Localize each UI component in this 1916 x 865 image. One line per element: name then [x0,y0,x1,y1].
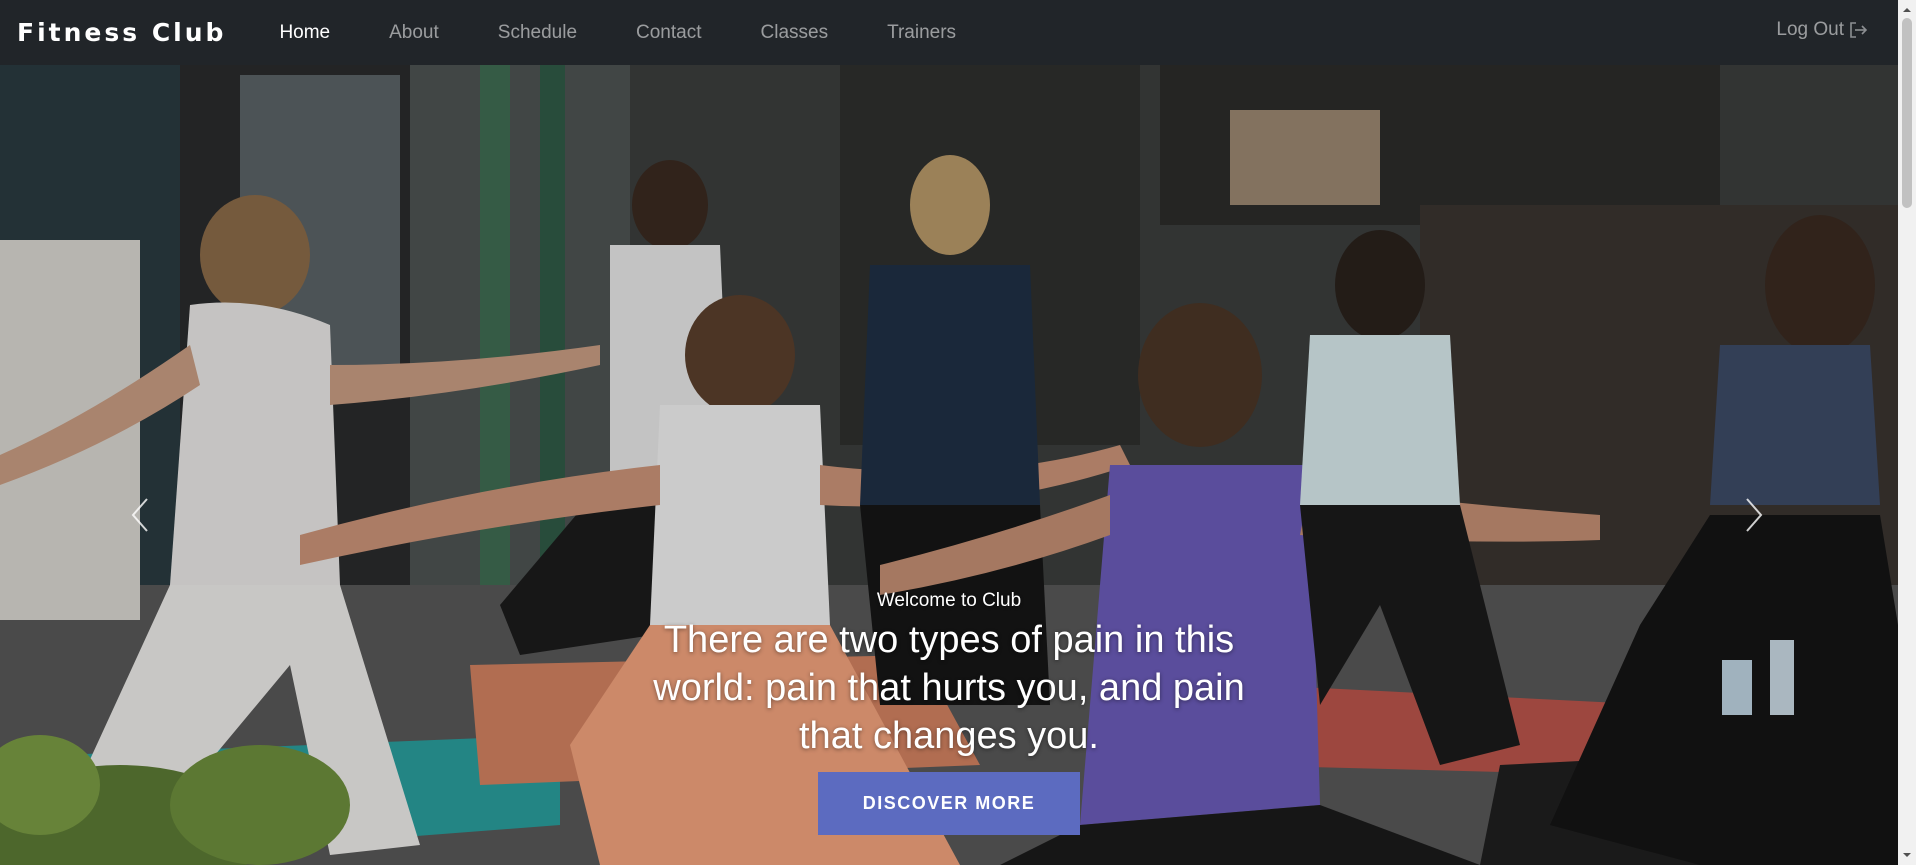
chevron-left-icon [131,498,148,532]
logout-label: Log Out [1776,19,1844,40]
nav-link-contact[interactable]: Contact [636,22,701,44]
brand-logo[interactable]: Fitness Club [17,18,226,47]
hero-quote: There are two types of pain in this worl… [653,619,1245,757]
nav-link-classes[interactable]: Classes [761,22,829,44]
top-navbar: Fitness Club Home About Schedule Contact… [0,0,1898,65]
nav-link-home[interactable]: Home [279,22,330,44]
discover-more-button[interactable]: DISCOVER MORE [818,772,1080,835]
carousel-prev-button[interactable] [120,485,160,545]
scroll-up-arrow-icon[interactable] [1902,5,1912,15]
hero-caption: Welcome to Club There are two types of p… [0,590,1898,835]
logout-button[interactable]: Log Out [1776,19,1868,41]
scroll-thumb[interactable] [1902,18,1912,208]
hero-welcome-text: Welcome to Club [876,590,1022,611]
nav-link-trainers[interactable]: Trainers [887,22,956,44]
nav-link-about[interactable]: About [389,22,439,44]
chevron-right-icon [1746,498,1763,532]
scroll-down-arrow-icon[interactable] [1902,850,1912,860]
nav-link-schedule[interactable]: Schedule [498,22,577,44]
logout-icon [1850,22,1868,38]
hero-carousel: Welcome to Club There are two types of p… [0,65,1898,865]
page-scrollbar[interactable] [1898,0,1916,865]
carousel-next-button[interactable] [1734,485,1774,545]
